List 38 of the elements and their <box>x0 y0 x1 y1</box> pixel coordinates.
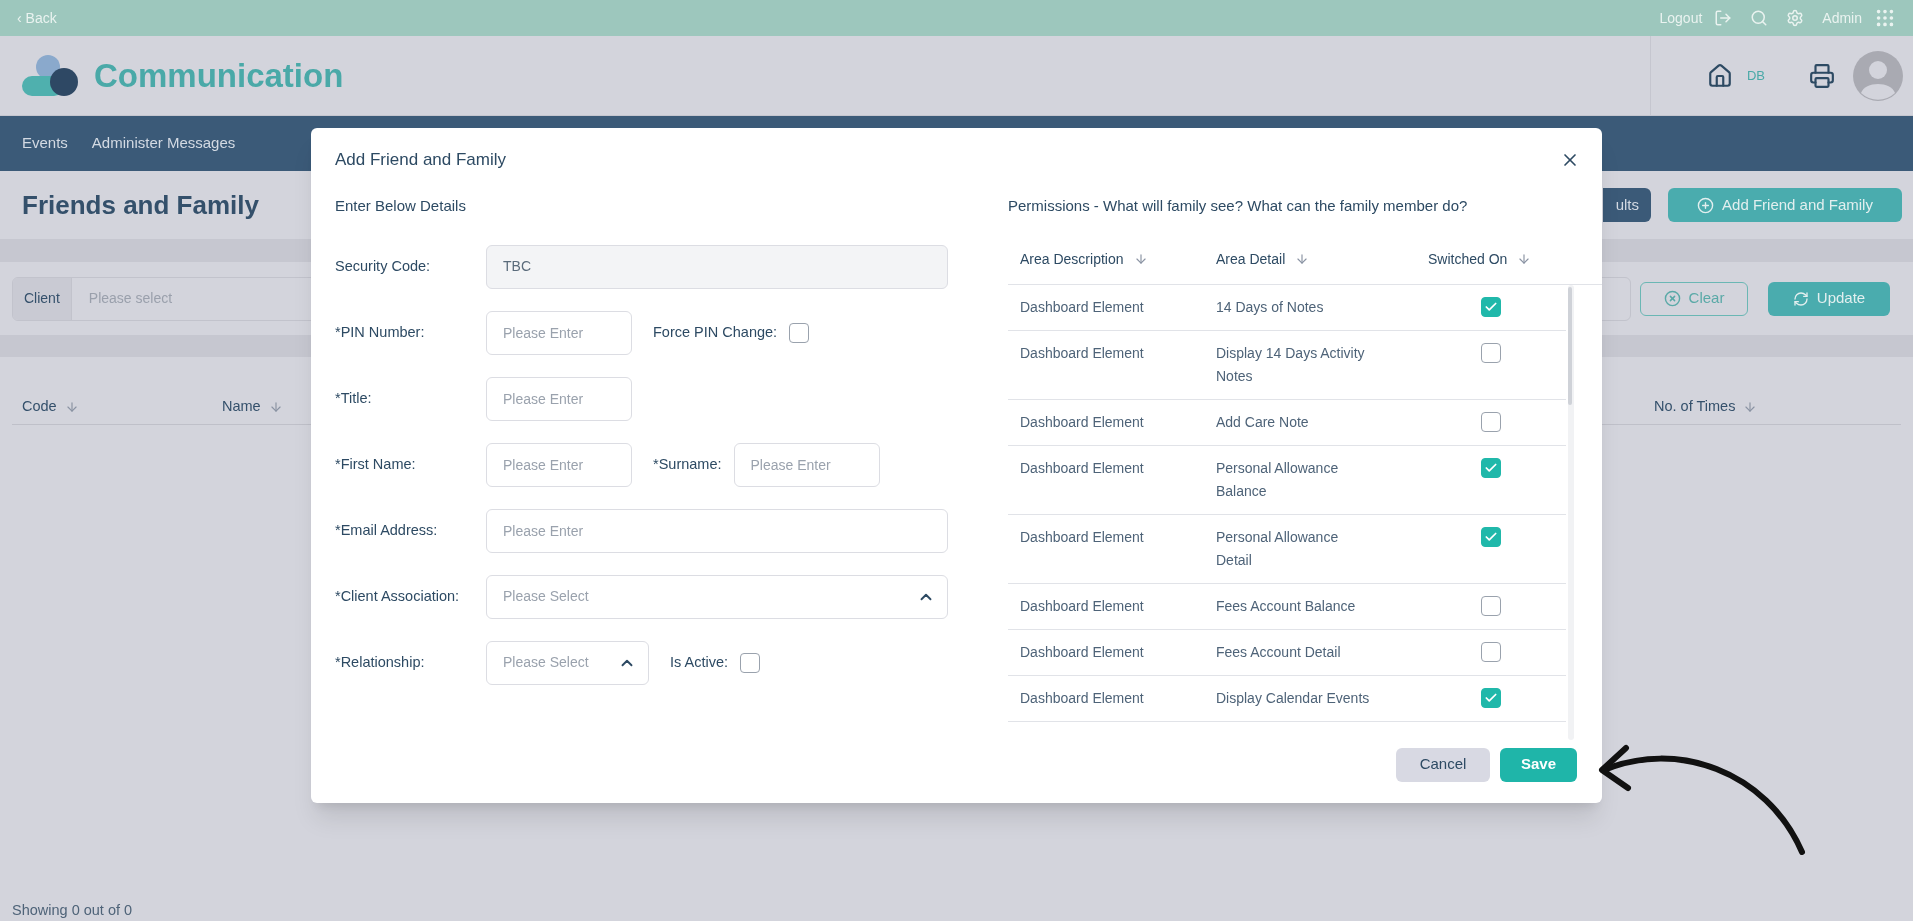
field-label: *PIN Number: <box>335 322 426 342</box>
select-placeholder: Please Select <box>503 587 589 606</box>
home-label: DB <box>1746 66 1765 85</box>
field-label: *Title: <box>335 388 373 408</box>
select-placeholder: Please Select <box>503 653 589 672</box>
table-cell-text: Dashboard Element <box>1019 596 1145 616</box>
table-cell-text: Dashboard Element <box>1019 688 1145 708</box>
table-cell-text: Personal Allowance Detail <box>1215 527 1340 570</box>
dialog-title: Add Friend and Family <box>335 149 507 171</box>
table-cell-text: Display Calendar Events <box>1215 688 1371 708</box>
table-cell-text: Personal Allowance Balance <box>1215 458 1340 501</box>
results-count: Showing 0 out of 0 <box>12 902 133 918</box>
app-title: Communication <box>94 55 344 96</box>
section-heading: Permissions - What will family see? What can the family member do? <box>1008 196 1468 214</box>
field-label: *Email Address: <box>335 520 439 540</box>
field-label: *First Name: <box>335 454 417 474</box>
field-label: *Relationship: <box>335 652 426 672</box>
table-cell-text: 14 Days of Notes <box>1215 297 1325 317</box>
filter-placeholder: Please select <box>87 289 174 308</box>
field-label: Force PIN Change: <box>653 322 778 342</box>
page-title: Friends and Family <box>22 188 259 222</box>
field-label: *Client Association: <box>335 586 461 606</box>
filter-label: Client <box>13 277 72 320</box>
table-cell-text: Dashboard Element <box>1019 343 1145 363</box>
table-cell-text: Add Care Note <box>1215 412 1310 432</box>
field-label: Is Active: <box>670 652 729 672</box>
table-cell-text: Dashboard Element <box>1019 412 1145 432</box>
field-label: Security Code: <box>335 256 432 276</box>
table-cell-text: Dashboard Element <box>1019 527 1145 547</box>
table-cell-text: Fees Account Balance <box>1215 596 1357 616</box>
section-heading: Enter Below Details <box>335 196 466 214</box>
security-code-field: TBC <box>486 244 948 289</box>
table-cell-text: Display 14 Days Activity Notes <box>1215 343 1366 386</box>
table-cell-text: Dashboard Element <box>1019 642 1145 662</box>
table-cell-text: Dashboard Element <box>1019 458 1145 478</box>
table-cell-text: Fees Account Detail <box>1215 642 1342 662</box>
field-label: *Surname: <box>653 454 722 474</box>
table-cell-text: Dashboard Element <box>1019 297 1145 317</box>
